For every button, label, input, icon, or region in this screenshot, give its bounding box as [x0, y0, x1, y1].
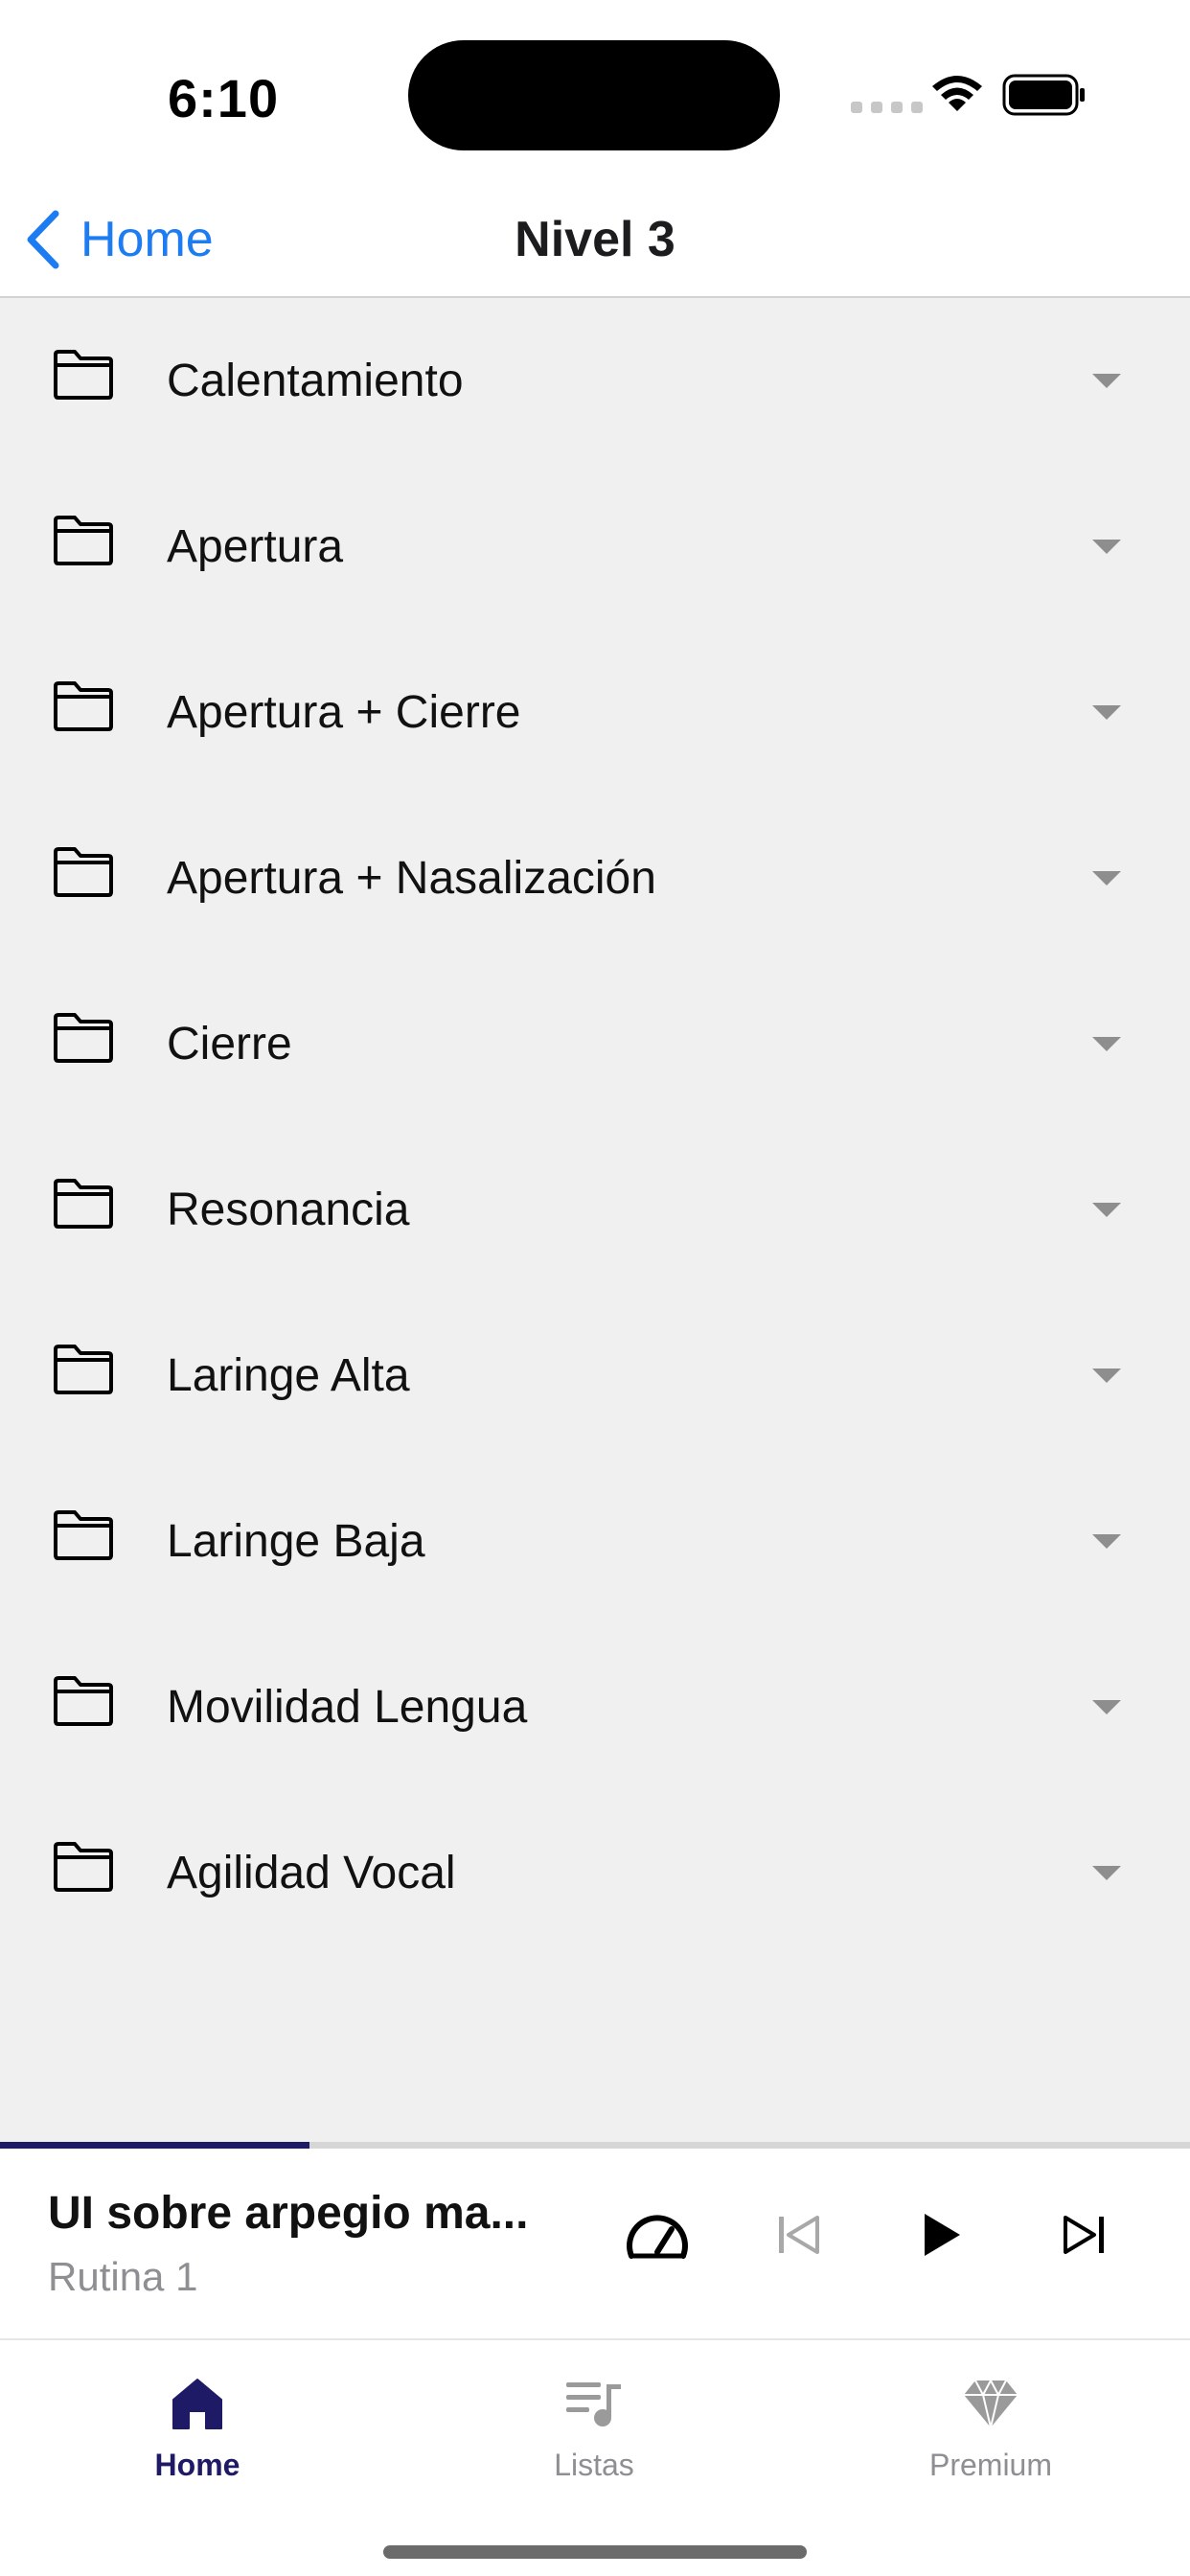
tab-home[interactable]: Home — [82, 2367, 312, 2483]
list-item[interactable]: Resonancia — [0, 1127, 1190, 1293]
tab-label: Home — [154, 2448, 240, 2482]
folder-icon — [54, 681, 113, 731]
list-item-label: Apertura + Cierre — [167, 687, 521, 738]
list-item[interactable]: Agilidad Vocal — [0, 1790, 1190, 1956]
category-list: Calentamiento Apertura Apertura + Cierre… — [0, 298, 1190, 2142]
folder-icon — [54, 1013, 113, 1063]
list-item-label: Laringe Baja — [167, 1516, 425, 1567]
mini-player[interactable]: UI sobre arpegio ma... Rutina 1 — [0, 2149, 1190, 2340]
folder-icon — [54, 847, 113, 897]
previous-icon — [779, 2216, 819, 2254]
diamond-icon — [964, 2378, 1018, 2428]
list-item-label: Agilidad Vocal — [167, 1848, 456, 1898]
folder-icon — [54, 350, 113, 400]
folder-icon — [54, 1842, 113, 1892]
playlist-icon — [566, 2382, 621, 2426]
folder-icon — [54, 1510, 113, 1560]
chevron-down-icon[interactable] — [1092, 1700, 1121, 1714]
list-item-label: Apertura + Nasalización — [167, 853, 656, 904]
screen: 6:10 Home Nivel 3 Calentamiento Apertura… — [0, 0, 1190, 2576]
home-indicator — [383, 2545, 807, 2559]
tab-label: Listas — [554, 2448, 634, 2482]
list-item[interactable]: Apertura — [0, 464, 1190, 630]
home-icon — [172, 2379, 222, 2429]
list-item-label: Calentamiento — [167, 356, 464, 406]
folder-icon — [54, 516, 113, 565]
chevron-down-icon[interactable] — [1092, 374, 1121, 388]
play-icon — [925, 2214, 960, 2256]
chevron-down-icon[interactable] — [1092, 1534, 1121, 1549]
tab-premium[interactable]: Premium — [876, 2367, 1106, 2483]
tab-listas[interactable]: Listas — [479, 2367, 709, 2483]
playback-progress-bar[interactable] — [0, 2142, 1190, 2149]
chevron-down-icon[interactable] — [1092, 1866, 1121, 1880]
previous-button[interactable] — [761, 2196, 837, 2273]
dynamic-island — [408, 40, 780, 150]
track-subtitle: Rutina 1 — [48, 2254, 198, 2299]
list-item-label: Movilidad Lengua — [167, 1682, 528, 1733]
chevron-down-icon[interactable] — [1092, 1368, 1121, 1383]
list-item[interactable]: Movilidad Lengua — [0, 1624, 1190, 1790]
navigation-bar: Home Nivel 3 — [0, 182, 1190, 298]
speed-icon — [627, 2215, 688, 2259]
list-item-label: Laringe Alta — [167, 1350, 410, 1401]
wifi-icon — [932, 76, 982, 111]
list-item-label: Cierre — [167, 1019, 292, 1070]
list-item[interactable]: Laringe Baja — [0, 1459, 1190, 1624]
folder-icon — [54, 1676, 113, 1726]
track-title: UI sobre arpegio ma... — [48, 2188, 529, 2239]
list-item[interactable]: Apertura + Cierre — [0, 630, 1190, 795]
chevron-down-icon[interactable] — [1092, 705, 1121, 720]
list-item[interactable]: Laringe Alta — [0, 1293, 1190, 1459]
list-item-label: Apertura — [167, 521, 344, 572]
cellular-signal-icon — [851, 102, 923, 113]
playback-progress-fill — [0, 2142, 309, 2149]
list-item[interactable]: Cierre — [0, 961, 1190, 1127]
battery-icon — [1002, 74, 1085, 116]
list-item[interactable]: Apertura + Nasalización — [0, 795, 1190, 961]
folder-icon — [54, 1345, 113, 1394]
play-button[interactable] — [904, 2196, 980, 2273]
list-item-label: Resonancia — [167, 1184, 410, 1235]
status-time: 6:10 — [168, 68, 280, 128]
tab-label: Premium — [928, 2448, 1052, 2482]
folder-icon — [54, 1179, 113, 1229]
status-bar: 6:10 — [0, 0, 1190, 182]
page-title: Nivel 3 — [515, 212, 675, 267]
chevron-down-icon[interactable] — [1092, 871, 1121, 886]
speed-button[interactable] — [619, 2196, 696, 2273]
next-button[interactable] — [1045, 2196, 1122, 2273]
list-item[interactable]: Calentamiento — [0, 298, 1190, 464]
chevron-down-icon[interactable] — [1092, 1037, 1121, 1051]
chevron-down-icon[interactable] — [1092, 540, 1121, 554]
chevron-down-icon[interactable] — [1092, 1203, 1121, 1217]
next-icon — [1064, 2216, 1104, 2254]
tab-bar: Home Listas Premium — [0, 2342, 1190, 2576]
